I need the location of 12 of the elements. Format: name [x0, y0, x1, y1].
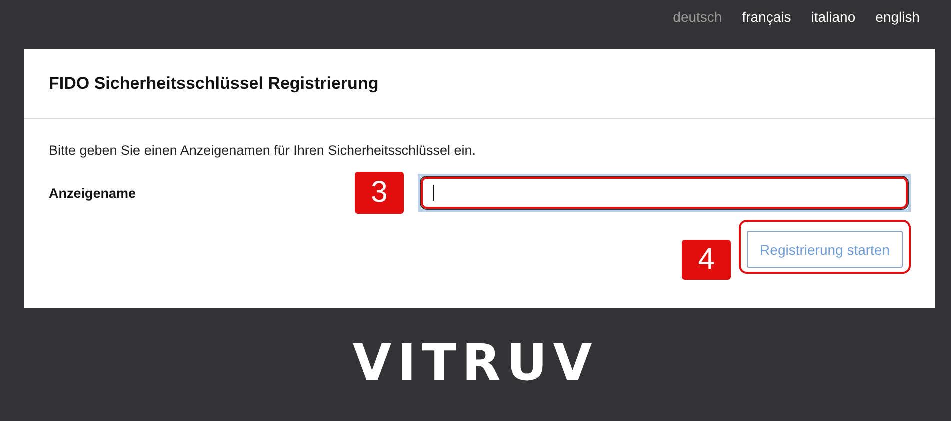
card-title: FIDO Sicherheitsschlüssel Registrierung — [49, 74, 379, 94]
language-link[interactable]: italiano — [811, 9, 856, 49]
logo: VITRUV — [352, 334, 598, 392]
instruction-text: Bitte geben Sie einen Anzeigenamen für Ihren Sicherheitsschlüssel ein. — [49, 143, 478, 158]
step-marker: 4 — [682, 240, 732, 280]
language-link[interactable]: deutsch — [673, 9, 722, 49]
language-link[interactable]: english — [876, 9, 920, 49]
step-marker: 3 — [355, 172, 404, 214]
input-field[interactable] — [418, 174, 911, 212]
text-cursor-icon — [433, 185, 434, 201]
language-link[interactable]: français — [742, 9, 792, 49]
field-label: Anzeigename — [49, 186, 138, 200]
